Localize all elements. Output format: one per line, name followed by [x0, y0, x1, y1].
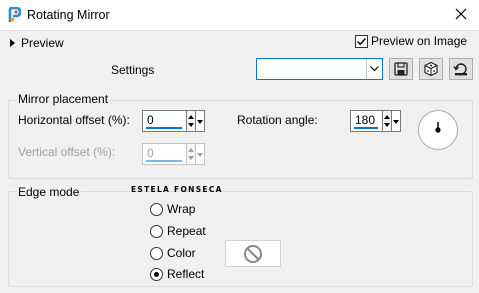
preview-on-image-checkbox[interactable]: Preview on Image	[355, 34, 467, 48]
window-title: Rotating Mirror	[27, 8, 110, 22]
app-logo-icon	[8, 7, 21, 22]
save-icon	[394, 62, 408, 76]
edge-mode-title: Edge mode	[16, 185, 82, 199]
edge-mode-reflect-option[interactable]: Reflect	[150, 267, 204, 281]
title-bar: Rotating Mirror	[0, 0, 479, 31]
checkbox-box[interactable]	[355, 34, 368, 48]
edge-mode-group	[8, 191, 473, 287]
repeat-label: Repeat	[167, 224, 206, 238]
horizontal-offset-input[interactable]: 0	[142, 110, 186, 132]
settings-label: Settings	[111, 63, 155, 77]
preview-toggle[interactable]: Preview	[10, 35, 64, 51]
radio-reflect[interactable]	[150, 267, 163, 281]
rotation-angle-spin-arrows[interactable]	[382, 110, 392, 132]
close-button[interactable]	[449, 3, 475, 27]
edge-mode-wrap-option[interactable]: Wrap	[150, 202, 195, 216]
rotation-angle-value: 180	[355, 113, 376, 127]
rotation-angle-dial[interactable]	[418, 110, 458, 150]
wrap-label: Wrap	[167, 202, 196, 216]
radio-repeat[interactable]	[150, 224, 163, 238]
watermark-signature: ESTELA FONSECA	[131, 185, 223, 194]
mirror-placement-title: Mirror placement	[16, 92, 111, 106]
vertical-offset-label: Vertical offset (%):	[18, 145, 116, 159]
randomize-button[interactable]	[419, 58, 443, 80]
horizontal-offset-stepper[interactable]: 0	[142, 110, 205, 132]
chevron-down-icon	[370, 66, 379, 72]
edge-mode-color-option[interactable]: Color	[150, 246, 196, 260]
reflect-label: Reflect	[167, 267, 205, 281]
preview-on-image-label: Preview on Image	[371, 34, 468, 48]
randomize-icon	[424, 61, 438, 77]
horizontal-offset-value: 0	[147, 113, 154, 127]
edge-color-swatch	[225, 240, 281, 267]
mirror-placement-group	[8, 100, 473, 179]
rotation-angle-label: Rotation angle:	[237, 113, 318, 127]
radio-wrap[interactable]	[150, 202, 163, 216]
color-label: Color	[167, 246, 196, 260]
vertical-offset-input: 0	[142, 143, 186, 165]
radio-color[interactable]	[150, 246, 163, 260]
vertical-offset-spin-arrows	[186, 143, 196, 165]
save-preset-button[interactable]	[389, 58, 413, 80]
angle-dial-icon	[435, 122, 441, 133]
horizontal-offset-dropdown[interactable]	[196, 110, 205, 132]
disabled-prohibited-icon	[244, 245, 262, 263]
vertical-offset-value: 0	[147, 146, 154, 160]
preview-label: Preview	[21, 36, 64, 50]
close-icon	[455, 8, 467, 20]
rotation-angle-stepper[interactable]: 180	[350, 110, 401, 132]
settings-dropdown[interactable]	[256, 58, 383, 80]
checkmark-icon	[357, 37, 367, 45]
dropdown-arrow[interactable]	[366, 59, 382, 79]
reset-button[interactable]	[449, 58, 473, 80]
reset-icon	[453, 63, 467, 76]
horizontal-offset-label: Horizontal offset (%):	[18, 113, 130, 127]
edge-mode-repeat-option[interactable]: Repeat	[150, 224, 206, 238]
expand-triangle-icon	[10, 39, 15, 47]
vertical-offset-dropdown	[196, 143, 205, 165]
rotation-angle-input[interactable]: 180	[350, 110, 382, 132]
horizontal-offset-spin-arrows[interactable]	[186, 110, 196, 132]
rotation-angle-dropdown[interactable]	[392, 110, 401, 132]
vertical-offset-stepper: 0	[142, 143, 205, 165]
